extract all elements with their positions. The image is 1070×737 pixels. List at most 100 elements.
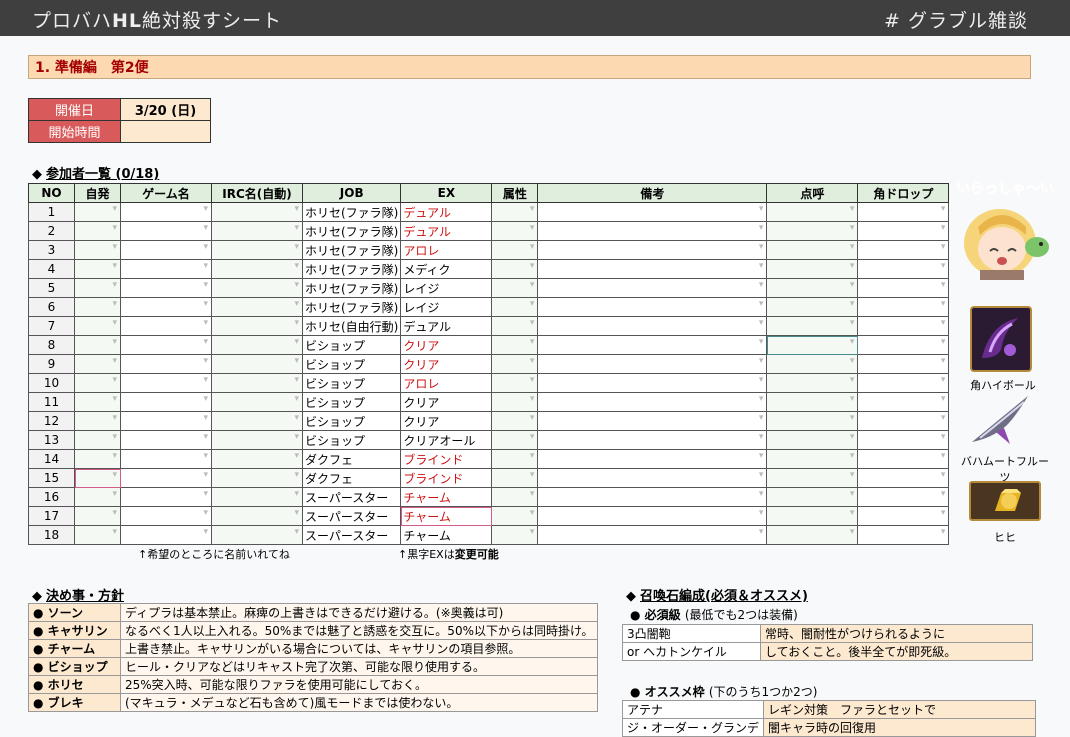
game-name-cell[interactable] — [120, 392, 212, 412]
remarks-cell[interactable] — [537, 487, 768, 507]
ex-cell[interactable]: クリア — [400, 392, 493, 412]
horn-drop-select[interactable] — [857, 373, 950, 393]
remarks-cell[interactable] — [537, 278, 768, 298]
remarks-cell[interactable] — [537, 297, 768, 317]
job-cell[interactable]: ホリセ(ファラ隊) — [301, 221, 402, 241]
job-cell[interactable]: ホリセ(ファラ隊) — [301, 240, 402, 260]
self-host-select[interactable] — [74, 278, 121, 298]
horn-drop-select[interactable] — [857, 278, 950, 298]
job-cell[interactable]: ホリセ(ファラ隊) — [301, 297, 402, 317]
irc-name-cell[interactable] — [211, 297, 303, 317]
roll-call-select[interactable] — [766, 278, 859, 298]
game-name-cell[interactable] — [120, 259, 212, 279]
job-cell[interactable]: ビショップ — [301, 430, 402, 450]
irc-name-cell[interactable] — [211, 392, 303, 412]
horn-drop-select[interactable] — [857, 202, 950, 222]
job-cell[interactable]: ビショップ — [301, 354, 402, 374]
irc-name-cell[interactable] — [211, 259, 303, 279]
horn-drop-select[interactable] — [857, 240, 950, 260]
remarks-cell[interactable] — [537, 468, 768, 488]
job-cell[interactable]: ホリセ(ファラ隊) — [301, 202, 402, 222]
irc-name-cell[interactable] — [211, 316, 303, 336]
element-select[interactable] — [491, 525, 539, 545]
roll-call-select[interactable] — [766, 335, 859, 355]
self-host-select[interactable] — [74, 240, 121, 260]
horn-drop-select[interactable] — [857, 468, 950, 488]
start-time-value[interactable] — [120, 120, 211, 143]
roll-call-select[interactable] — [766, 430, 859, 450]
horn-drop-select[interactable] — [857, 297, 950, 317]
job-cell[interactable]: ビショップ — [301, 392, 402, 412]
ex-cell[interactable]: クリア — [400, 354, 493, 374]
game-name-cell[interactable] — [120, 316, 212, 336]
element-select[interactable] — [491, 392, 539, 412]
game-name-cell[interactable] — [120, 202, 212, 222]
self-host-select[interactable] — [74, 411, 121, 431]
irc-name-cell[interactable] — [211, 202, 303, 222]
irc-name-cell[interactable] — [211, 525, 303, 545]
remarks-cell[interactable] — [537, 221, 768, 241]
self-host-select[interactable] — [74, 525, 121, 545]
ex-cell[interactable]: デュアル — [400, 202, 493, 222]
self-host-select[interactable] — [74, 373, 121, 393]
element-select[interactable] — [491, 221, 539, 241]
roll-call-select[interactable] — [766, 487, 859, 507]
game-name-cell[interactable] — [120, 525, 212, 545]
remarks-cell[interactable] — [537, 354, 768, 374]
game-name-cell[interactable] — [120, 354, 212, 374]
self-host-select[interactable] — [74, 392, 121, 412]
game-name-cell[interactable] — [120, 297, 212, 317]
job-cell[interactable]: スーパースター — [301, 506, 402, 526]
remarks-cell[interactable] — [537, 373, 768, 393]
roll-call-select[interactable] — [766, 240, 859, 260]
remarks-cell[interactable] — [537, 316, 768, 336]
game-name-cell[interactable] — [120, 373, 212, 393]
element-select[interactable] — [491, 316, 539, 336]
channel-tag[interactable]: # グラブル雑談 — [884, 6, 1028, 33]
element-select[interactable] — [491, 468, 539, 488]
ex-cell[interactable]: メディク — [400, 259, 493, 279]
ex-cell[interactable]: デュアル — [400, 316, 493, 336]
self-host-select[interactable] — [74, 430, 121, 450]
irc-name-cell[interactable] — [211, 335, 303, 355]
remarks-cell[interactable] — [537, 202, 768, 222]
roll-call-select[interactable] — [766, 525, 859, 545]
self-host-select[interactable] — [74, 259, 121, 279]
game-name-cell[interactable] — [120, 468, 212, 488]
remarks-cell[interactable] — [537, 449, 768, 469]
element-select[interactable] — [491, 354, 539, 374]
job-cell[interactable]: ビショップ — [301, 411, 402, 431]
job-cell[interactable]: スーパースター — [301, 487, 402, 507]
roll-call-select[interactable] — [766, 354, 859, 374]
job-cell[interactable]: ダクフェ — [301, 468, 402, 488]
game-name-cell[interactable] — [120, 335, 212, 355]
element-select[interactable] — [491, 335, 539, 355]
ex-cell[interactable]: アロレ — [400, 373, 493, 393]
horn-drop-select[interactable] — [857, 411, 950, 431]
game-name-cell[interactable] — [120, 449, 212, 469]
horn-drop-select[interactable] — [857, 525, 950, 545]
irc-name-cell[interactable] — [211, 430, 303, 450]
irc-name-cell[interactable] — [211, 221, 303, 241]
roll-call-select[interactable] — [766, 221, 859, 241]
element-select[interactable] — [491, 373, 539, 393]
horn-drop-select[interactable] — [857, 487, 950, 507]
self-host-select[interactable] — [74, 506, 121, 526]
ex-cell[interactable]: クリア — [400, 335, 493, 355]
ex-cell[interactable]: アロレ — [400, 240, 493, 260]
ex-cell[interactable]: クリアオール — [400, 430, 493, 450]
job-cell[interactable]: スーパースター — [301, 525, 402, 545]
irc-name-cell[interactable] — [211, 449, 303, 469]
roll-call-select[interactable] — [766, 449, 859, 469]
element-select[interactable] — [491, 487, 539, 507]
element-select[interactable] — [491, 278, 539, 298]
ex-cell[interactable]: デュアル — [400, 221, 493, 241]
irc-name-cell[interactable] — [211, 487, 303, 507]
roll-call-select[interactable] — [766, 392, 859, 412]
self-host-select[interactable] — [74, 202, 121, 222]
date-value[interactable]: 3/20 (日) — [120, 98, 211, 121]
horn-drop-select[interactable] — [857, 430, 950, 450]
element-select[interactable] — [491, 259, 539, 279]
element-select[interactable] — [491, 449, 539, 469]
remarks-cell[interactable] — [537, 335, 768, 355]
